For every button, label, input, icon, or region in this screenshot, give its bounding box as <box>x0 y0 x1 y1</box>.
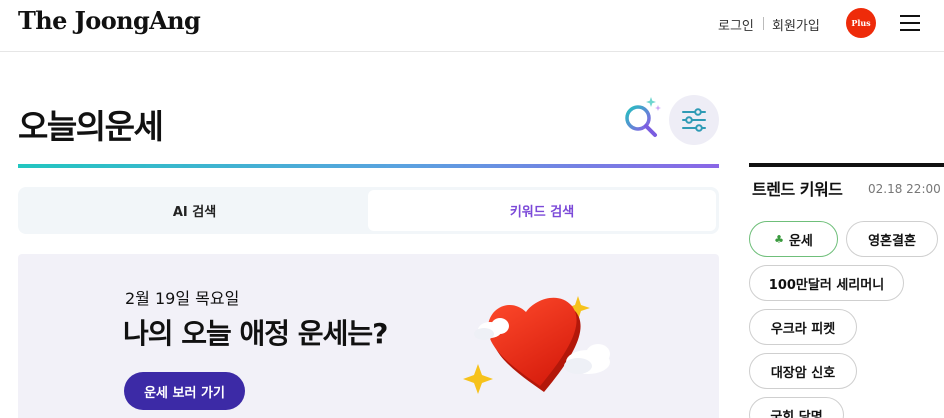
search-mode-tabs: AI 검색 키워드 검색 <box>18 187 719 234</box>
trend-timestamp: 02.18 22:00 기준 <box>868 182 944 196</box>
plus-label: Plus <box>851 18 871 28</box>
filter-sliders-icon[interactable] <box>669 95 719 145</box>
tab-ai-search[interactable]: AI 검색 <box>21 190 368 231</box>
keyword-chip-colon-cancer[interactable]: 대장암 신호 <box>749 353 857 389</box>
keyword-chip-ghost-marriage[interactable]: 영혼결혼 <box>846 221 938 257</box>
trend-title: 트렌드 키워드 <box>752 180 843 199</box>
love-fortune-banner: 2월 19일 목요일 나의 오늘 애정 운세는? 운세 보러 가기 <box>18 254 719 418</box>
login-link[interactable]: 로그인 <box>718 15 754 34</box>
tab-keyword-search[interactable]: 키워드 검색 <box>368 190 716 231</box>
title-underline-gradient <box>18 164 719 168</box>
view-fortune-button[interactable]: 운세 보러 가기 <box>124 372 245 410</box>
keyword-chip-ukraine-picket[interactable]: 우크라 피켓 <box>749 309 857 345</box>
search-icon[interactable] <box>618 94 662 142</box>
keyword-label: 운세 <box>788 233 813 249</box>
signup-link[interactable]: 회원가입 <box>772 15 820 34</box>
keyword-chip-million-ceremony[interactable]: 100만달러 세리머니 <box>749 265 904 301</box>
banner-headline: 나의 오늘 애정 운세는? <box>123 317 388 350</box>
clover-icon: ♣ <box>774 232 784 246</box>
header-divider <box>763 17 764 30</box>
keyword-chip-party-name[interactable]: 국회 당명 <box>749 397 844 418</box>
site-logo[interactable]: The JoongAng <box>18 6 201 35</box>
plus-button[interactable]: Plus <box>846 8 876 38</box>
hamburger-icon[interactable] <box>900 14 920 32</box>
page-title: 오늘의운세 <box>18 107 164 146</box>
trend-panel-topbar <box>749 163 944 167</box>
banner-date: 2월 19일 목요일 <box>125 289 240 308</box>
site-header: The JoongAng 로그인 회원가입 Plus <box>0 0 944 52</box>
keyword-chip-fortune[interactable]: ♣ 운세 <box>749 221 838 257</box>
heart-illustration <box>458 294 618 404</box>
